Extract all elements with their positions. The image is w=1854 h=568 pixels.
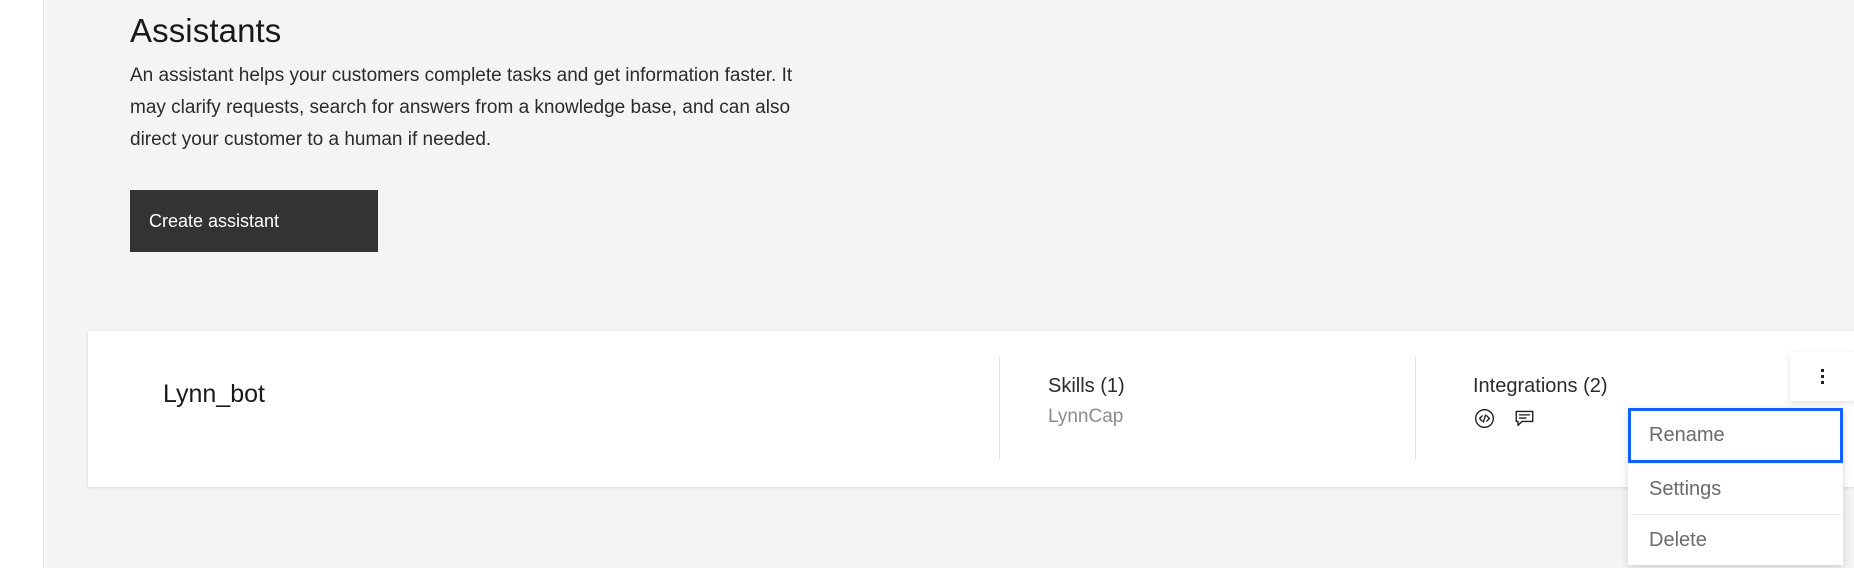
left-nav-rail bbox=[0, 0, 44, 568]
main-content: Assistants An assistant helps your custo… bbox=[45, 0, 1854, 568]
integrations-column: Integrations (2) bbox=[1473, 373, 1608, 430]
overflow-menu-item-delete[interactable]: Delete bbox=[1628, 514, 1843, 565]
overflow-menu-item-settings[interactable]: Settings bbox=[1628, 463, 1843, 514]
integrations-heading: Integrations (2) bbox=[1473, 375, 1608, 397]
assistant-overflow-button[interactable] bbox=[1790, 352, 1854, 401]
assistant-card[interactable]: Lynn_bot Skills (1) LynnCap Integrations… bbox=[88, 331, 1854, 487]
chat-bubble-icon bbox=[1513, 407, 1536, 430]
create-assistant-button[interactable]: Create assistant bbox=[130, 190, 378, 252]
skills-column: Skills (1) LynnCap bbox=[1048, 373, 1125, 430]
overflow-menu: Rename Settings Delete bbox=[1628, 408, 1843, 565]
skills-heading: Skills (1) bbox=[1048, 375, 1125, 397]
integration-icon-list bbox=[1473, 406, 1608, 430]
page-title: Assistants bbox=[130, 12, 282, 49]
assistant-name: Lynn_bot bbox=[163, 380, 265, 408]
code-circle-icon bbox=[1473, 407, 1496, 430]
page-description: An assistant helps your customers comple… bbox=[130, 65, 793, 150]
assistants-page: Assistants An assistant helps your custo… bbox=[0, 0, 1854, 568]
card-divider-2 bbox=[1415, 357, 1416, 460]
skills-list: LynnCap bbox=[1048, 406, 1124, 427]
card-divider-1 bbox=[999, 357, 1000, 460]
overflow-menu-item-rename[interactable]: Rename bbox=[1628, 408, 1843, 463]
kebab-menu-icon bbox=[1821, 369, 1824, 384]
